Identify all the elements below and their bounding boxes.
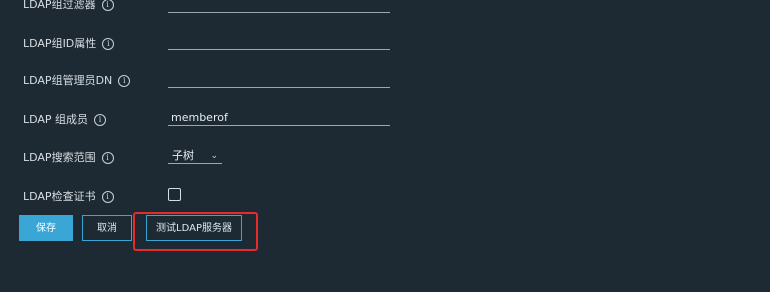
group-id-attr-label: LDAP组ID属性 i [23, 37, 115, 51]
search-scope-select[interactable]: 子树 ⌄ [168, 149, 222, 164]
info-icon[interactable]: i [94, 114, 107, 126]
highlight-box [133, 212, 258, 251]
save-button[interactable]: 保存 [19, 215, 73, 241]
group-filter-input[interactable] [168, 0, 390, 13]
group-member-label: LDAP 组成员 i [23, 113, 107, 127]
chevron-down-icon: ⌄ [210, 151, 218, 161]
group-admin-dn-label: LDAP组管理员DN i [23, 74, 131, 88]
info-icon[interactable]: i [118, 75, 131, 87]
search-scope-label: LDAP搜索范围 i [23, 151, 114, 165]
group-member-input[interactable] [168, 109, 390, 126]
group-filter-label: LDAP组过滤器 i [23, 0, 114, 12]
info-icon[interactable]: i [102, 38, 115, 50]
info-icon[interactable]: i [101, 152, 114, 164]
verify-cert-checkbox[interactable] [168, 188, 181, 201]
info-icon[interactable]: i [101, 0, 114, 11]
group-admin-dn-input[interactable] [168, 71, 390, 88]
info-icon[interactable]: i [101, 191, 114, 203]
group-id-attr-input[interactable] [168, 33, 390, 50]
verify-cert-label: LDAP检查证书 i [23, 190, 114, 204]
cancel-button[interactable]: 取消 [82, 215, 132, 241]
